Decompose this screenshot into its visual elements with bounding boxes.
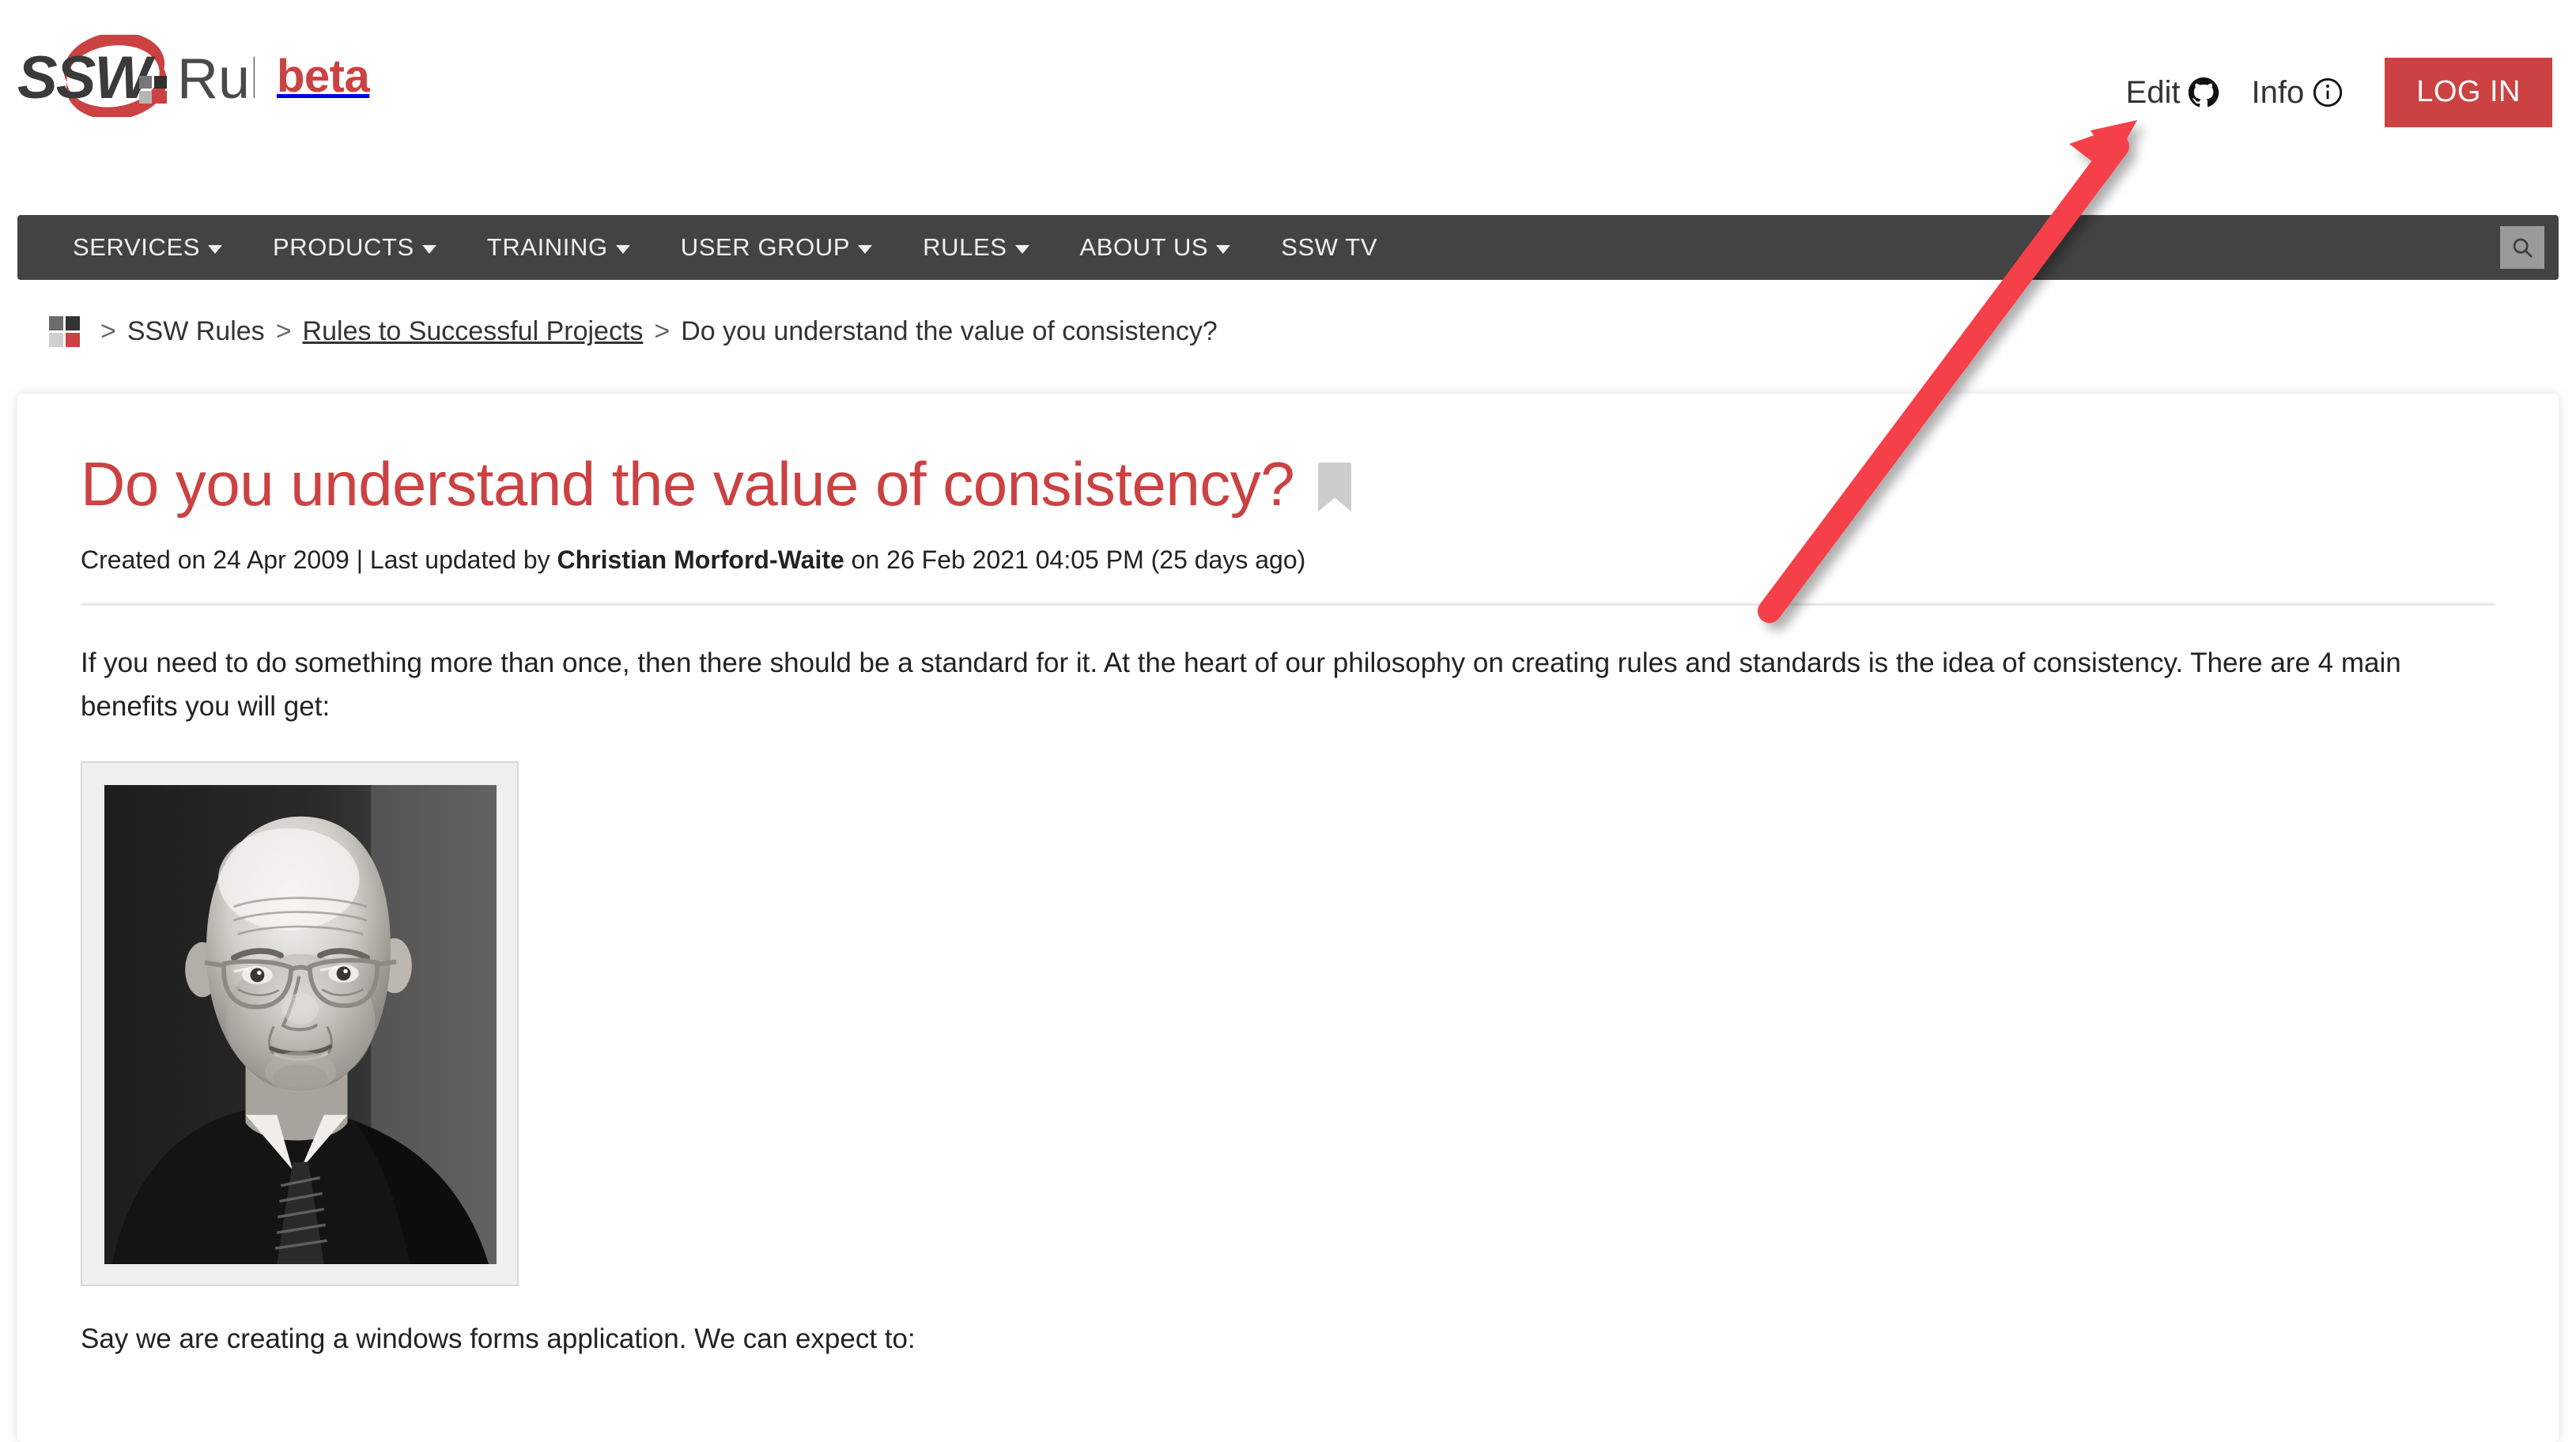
nav-item-rules[interactable]: RULES xyxy=(897,233,1054,262)
site-logo[interactable]: SSW Rules beta xyxy=(17,30,370,117)
breadcrumb-separator: > xyxy=(654,316,670,346)
bookmark-icon[interactable] xyxy=(1318,462,1352,511)
page-title: Do you understand the value of consisten… xyxy=(81,449,1295,519)
page-root: SSW Rules beta Edit In xyxy=(0,0,2576,1442)
breadcrumb: > SSW Rules > Rules to Successful Projec… xyxy=(49,316,1218,347)
nav-label: ABOUT US xyxy=(1079,233,1209,261)
svg-text:Rules: Rules xyxy=(177,47,255,111)
portrait-photo xyxy=(104,784,497,1264)
nav-item-services[interactable]: SERVICES xyxy=(47,233,247,262)
search-button[interactable] xyxy=(2500,226,2544,269)
article-meta: Created on 24 Apr 2009 | Last updated by… xyxy=(81,544,2495,577)
github-icon xyxy=(2188,77,2219,108)
meta-created-prefix: Created on 24 Apr 2009 | Last updated by xyxy=(81,545,557,574)
meta-author: Christian Morford-Waite xyxy=(557,545,844,574)
nav-item-about-us[interactable]: ABOUT US xyxy=(1055,233,1256,262)
nav-items: SERVICES PRODUCTS TRAINING USER GROUP RU… xyxy=(17,233,1403,262)
chevron-down-icon xyxy=(615,244,630,254)
article-paragraph-1: If you need to do something more than on… xyxy=(81,647,2401,722)
nav-label: TRAINING xyxy=(486,233,608,261)
title-row: Do you understand the value of consisten… xyxy=(81,449,2495,519)
chevron-down-icon xyxy=(858,244,873,254)
nav-item-products[interactable]: PRODUCTS xyxy=(247,233,462,262)
edit-label: Edit xyxy=(2125,75,2181,110)
main-navbar: SERVICES PRODUCTS TRAINING USER GROUP RU… xyxy=(17,215,2559,280)
article-paragraph-2: Say we are creating a windows forms appl… xyxy=(81,1323,916,1354)
ssw-logo-icon: SSW Rules xyxy=(17,35,255,117)
chevron-down-icon xyxy=(1216,244,1231,254)
svg-text:SSW: SSW xyxy=(17,44,156,111)
info-label: Info xyxy=(2251,75,2305,110)
breadcrumb-separator: > xyxy=(275,316,292,346)
nav-item-user-group[interactable]: USER GROUP xyxy=(655,233,897,262)
search-icon xyxy=(2513,238,2533,258)
chevron-down-icon xyxy=(421,244,436,254)
content-card-inner: Do you understand the value of consisten… xyxy=(17,394,2559,1361)
header-actions: Edit Info LOG IN xyxy=(2110,58,2552,127)
nav-item-ssw-tv[interactable]: SSW TV xyxy=(1256,233,1403,262)
breadcrumb-separator: > xyxy=(100,316,116,346)
login-button[interactable]: LOG IN xyxy=(2385,58,2552,127)
site-header: SSW Rules beta Edit In xyxy=(0,0,2576,213)
breadcrumb-item-ssw-rules[interactable]: SSW Rules xyxy=(127,316,265,347)
ssw-squares-icon[interactable] xyxy=(49,316,80,347)
chevron-down-icon xyxy=(208,244,223,254)
info-circle-icon xyxy=(2312,77,2344,108)
nav-label: SERVICES xyxy=(73,233,201,261)
nav-label: RULES xyxy=(923,233,1007,261)
nav-label: PRODUCTS xyxy=(273,233,414,261)
chevron-down-icon xyxy=(1014,244,1029,254)
meta-divider xyxy=(81,603,2495,606)
nav-label: SSW TV xyxy=(1281,233,1378,261)
info-link[interactable]: Info xyxy=(2235,77,2359,108)
article-figure xyxy=(81,761,519,1286)
edit-link[interactable]: Edit xyxy=(2110,77,2236,108)
nav-item-training[interactable]: TRAINING xyxy=(462,233,655,262)
content-card: Do you understand the value of consisten… xyxy=(17,394,2559,1442)
breadcrumb-item-current: Do you understand the value of consisten… xyxy=(681,316,1218,346)
breadcrumb-item-rules-to-successful-projects[interactable]: Rules to Successful Projects xyxy=(303,316,644,347)
meta-created-suffix: on 26 Feb 2021 04:05 PM (25 days ago) xyxy=(844,545,1306,574)
nav-label: USER GROUP xyxy=(680,233,851,261)
beta-badge: beta xyxy=(277,51,370,102)
